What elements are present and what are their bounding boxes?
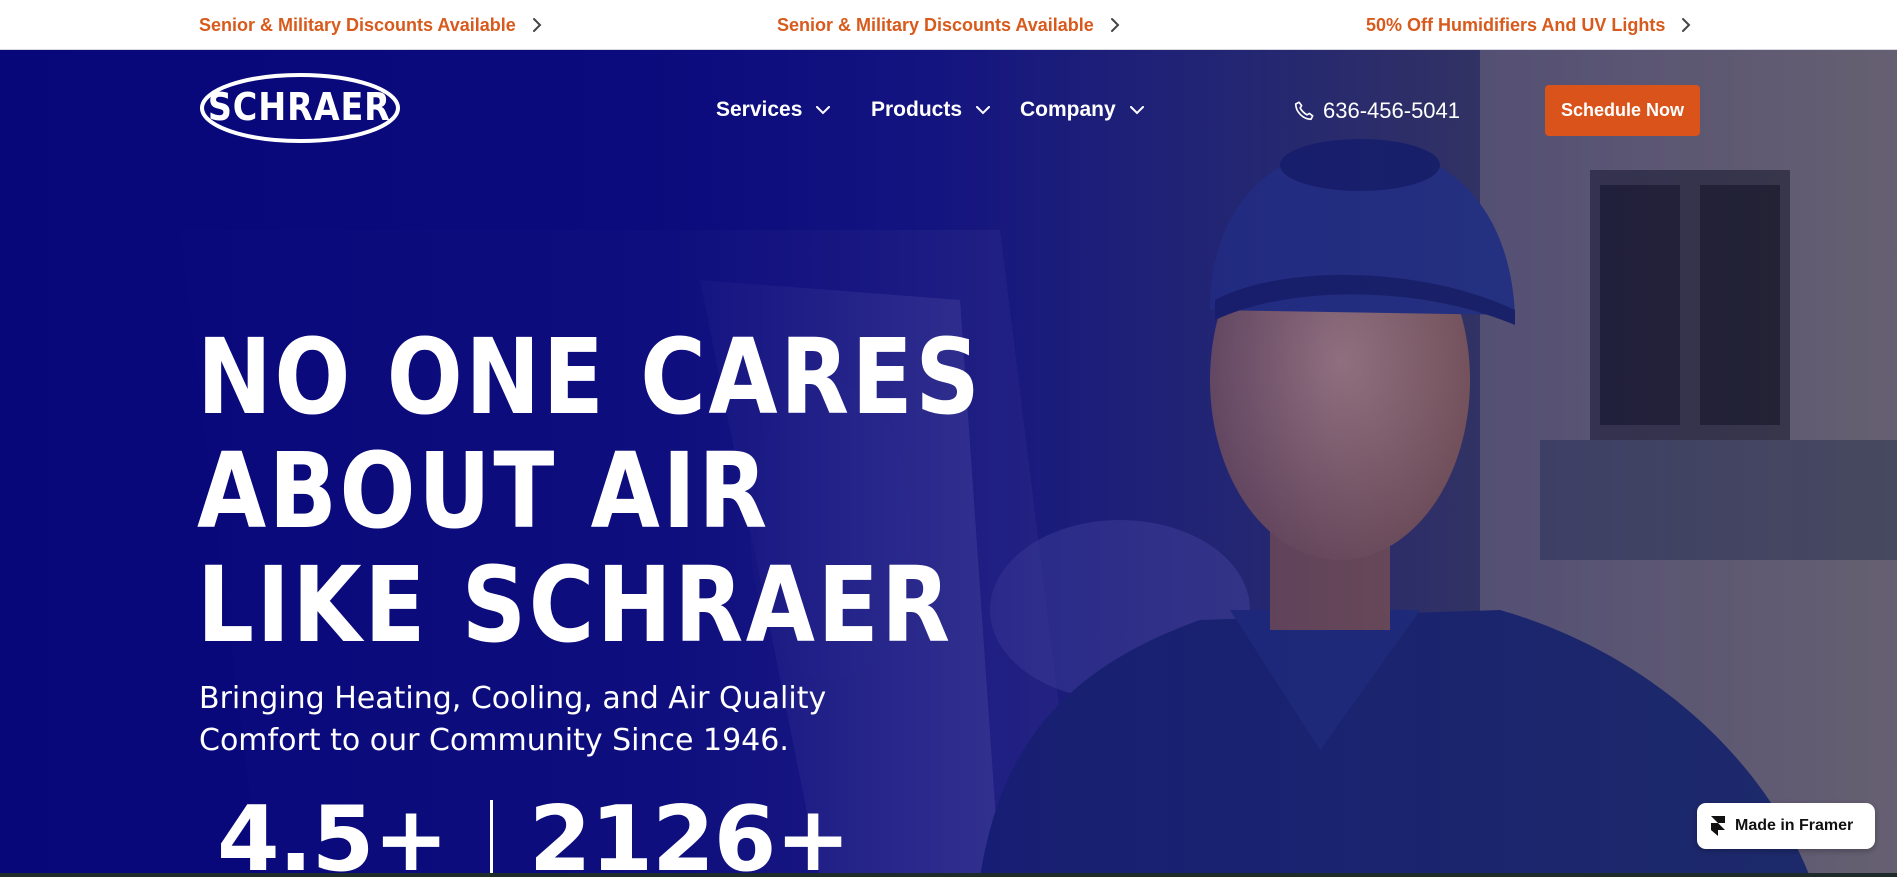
announcement-label: Senior & Military Discounts Available bbox=[777, 14, 1094, 35]
nav-label: Products bbox=[871, 98, 963, 121]
chevron-down-icon bbox=[976, 105, 991, 115]
subhead-line-1: Bringing Heating, Cooling, and Air Quali… bbox=[199, 681, 827, 716]
announcement-link-discount-1[interactable]: Senior & Military Discounts Available bbox=[199, 0, 542, 50]
headline-line-3: LIKE SCHRAER bbox=[197, 544, 953, 666]
announcement-label: Senior & Military Discounts Available bbox=[199, 14, 516, 35]
hero-subhead: Bringing Heating, Cooling, and Air Quali… bbox=[199, 678, 839, 762]
subhead-line-2: Comfort to our Community Since 1946. bbox=[199, 723, 789, 758]
announcement-link-discount-2[interactable]: Senior & Military Discounts Available bbox=[777, 0, 1120, 50]
stat-rating: 4.5+ bbox=[217, 787, 449, 877]
nav-label: Services bbox=[716, 98, 803, 121]
chevron-down-icon bbox=[816, 105, 831, 115]
chevron-right-icon bbox=[1681, 17, 1691, 33]
headline-line-2: ABOUT AIR bbox=[197, 430, 770, 552]
phone-icon bbox=[1293, 100, 1315, 122]
stat-divider bbox=[489, 800, 493, 877]
hero-stats: 4.5+ 2126+ bbox=[199, 787, 851, 877]
nav-products[interactable]: Products bbox=[871, 98, 991, 122]
announcement-bar: Senior & Military Discounts Available Se… bbox=[0, 0, 1897, 50]
headline-line-1: NO ONE CARES bbox=[197, 316, 983, 438]
bottom-edge bbox=[0, 873, 1897, 877]
schedule-now-button[interactable]: Schedule Now bbox=[1545, 85, 1700, 136]
badge-label: Made in Framer bbox=[1735, 817, 1854, 834]
schraer-logo[interactable]: SCHRAER bbox=[199, 72, 401, 144]
chevron-right-icon bbox=[1110, 17, 1120, 33]
announcement-link-humidifiers[interactable]: 50% Off Humidifiers And UV Lights bbox=[1366, 0, 1691, 50]
hero-section: SCHRAER Services Products Company 636-45… bbox=[0, 50, 1897, 877]
hero-headline: NO ONE CARES ABOUT AIR LIKE SCHRAER bbox=[197, 316, 983, 666]
phone-link[interactable]: 636-456-5041 bbox=[1293, 98, 1460, 124]
chevron-right-icon bbox=[532, 17, 542, 33]
stat-reviews: 2126+ bbox=[528, 787, 851, 877]
phone-number: 636-456-5041 bbox=[1323, 98, 1461, 123]
announcement-label: 50% Off Humidifiers And UV Lights bbox=[1366, 14, 1666, 35]
logo-text: SCHRAER bbox=[208, 86, 391, 130]
framer-icon bbox=[1711, 816, 1725, 836]
nav-company[interactable]: Company bbox=[1020, 98, 1144, 122]
chevron-down-icon bbox=[1129, 105, 1144, 115]
nav-services[interactable]: Services bbox=[716, 98, 831, 122]
nav-label: Company bbox=[1020, 98, 1116, 121]
made-in-framer-badge[interactable]: Made in Framer bbox=[1697, 803, 1875, 849]
